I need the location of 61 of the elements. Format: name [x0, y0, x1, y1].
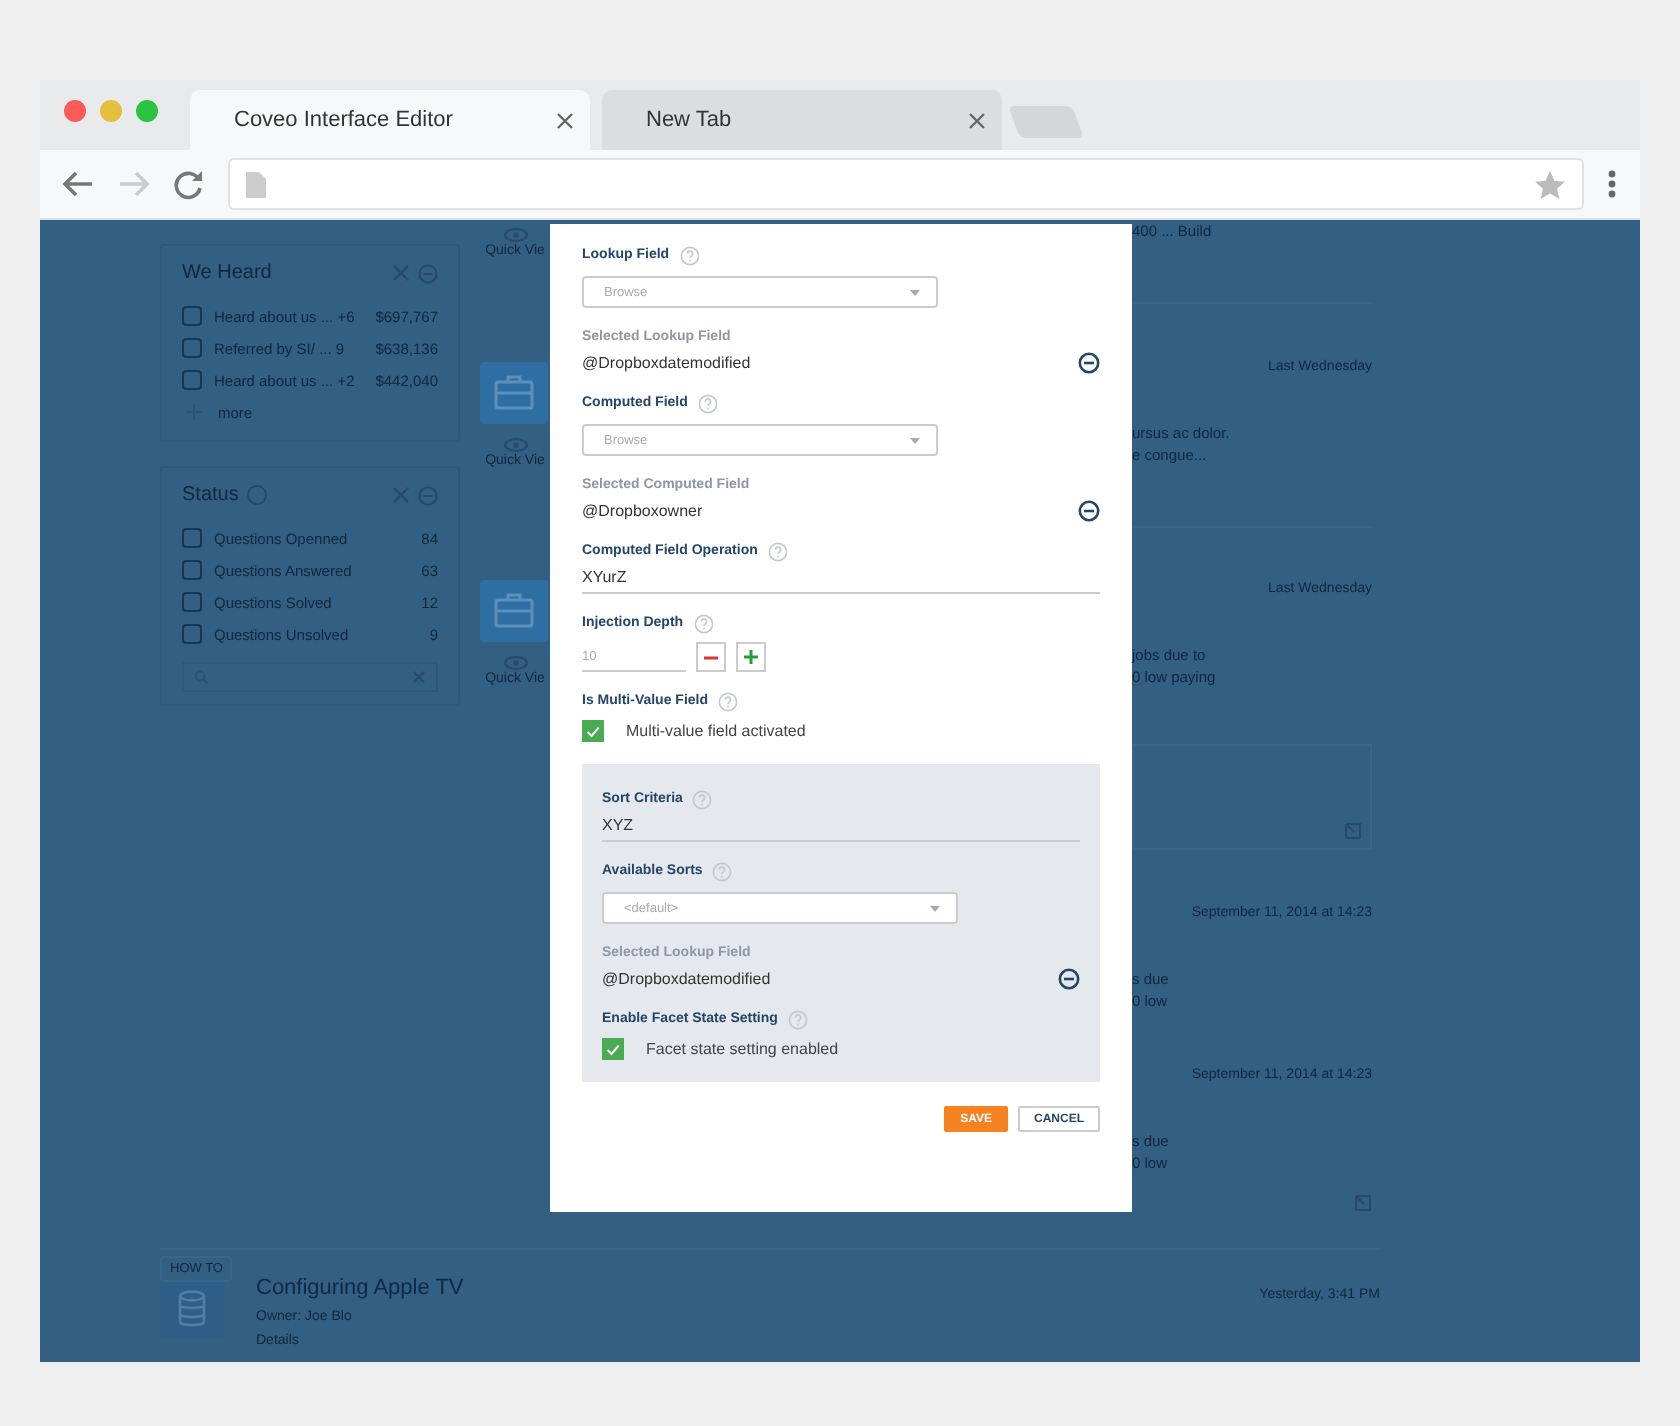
- checkbox[interactable]: [182, 306, 202, 326]
- help-icon[interactable]: [692, 789, 713, 809]
- result-title[interactable]: Configuring Apple TV: [256, 1276, 1260, 1300]
- checkbox[interactable]: [602, 1038, 624, 1060]
- forward-arrow-icon[interactable]: [118, 170, 150, 198]
- selected-field-value: @Dropboxowner: [582, 502, 703, 520]
- reload-icon[interactable]: [174, 169, 204, 199]
- browser-tab[interactable]: Coveo Interface Editor: [190, 90, 590, 150]
- collapse-icon[interactable]: [418, 485, 438, 505]
- selected-field-value: @Dropboxdatemodified: [602, 970, 771, 988]
- facet-title: Status: [182, 484, 239, 506]
- remove-icon[interactable]: [1078, 500, 1100, 522]
- text-field[interactable]: XYZ: [602, 816, 1080, 842]
- address-field[interactable]: [228, 158, 1584, 210]
- eye-icon[interactable]: [503, 228, 527, 242]
- facet-title: We Heard: [182, 262, 272, 284]
- close-icon[interactable]: [556, 111, 574, 129]
- checkbox[interactable]: [582, 720, 604, 742]
- eye-icon[interactable]: [503, 438, 527, 452]
- eye-icon[interactable]: [503, 656, 527, 670]
- maximize-window-icon[interactable]: [136, 100, 158, 122]
- remove-icon[interactable]: [1078, 352, 1100, 374]
- help-icon[interactable]: [697, 393, 718, 413]
- help-icon[interactable]: [693, 613, 714, 633]
- minimize-window-icon[interactable]: [100, 100, 122, 122]
- menu-icon[interactable]: [1608, 170, 1616, 198]
- text-field[interactable]: XYurZ: [582, 568, 1100, 594]
- help-icon[interactable]: [679, 245, 700, 265]
- clear-icon[interactable]: [412, 670, 426, 684]
- facet-search-field[interactable]: [182, 662, 438, 692]
- checkbox-label[interactable]: Multi-value field activated: [626, 722, 806, 740]
- checkbox-label[interactable]: Facet state setting enabled: [646, 1040, 839, 1058]
- checkbox[interactable]: [182, 528, 202, 548]
- database-tile-icon: [160, 1282, 224, 1338]
- caret-icon: [910, 289, 920, 295]
- minus-icon: [704, 655, 718, 659]
- checkbox[interactable]: [182, 592, 202, 612]
- decrement-button[interactable]: [696, 642, 726, 672]
- help-icon[interactable]: [712, 861, 733, 881]
- caret-icon: [930, 905, 940, 911]
- remove-icon[interactable]: [1058, 968, 1080, 990]
- caret-icon: [910, 437, 920, 443]
- browser-tab[interactable]: New Tab: [602, 90, 1002, 150]
- back-arrow-icon[interactable]: [62, 170, 94, 198]
- expand-icon[interactable]: [1344, 821, 1362, 840]
- expand-icon[interactable]: [1354, 1193, 1372, 1212]
- checkbox[interactable]: [182, 560, 202, 580]
- page-icon: [246, 171, 266, 197]
- checkbox[interactable]: [182, 370, 202, 390]
- close-window-icon[interactable]: [64, 100, 86, 122]
- help-icon[interactable]: [767, 541, 788, 561]
- plus-icon: [744, 650, 758, 664]
- selected-field-value: @Dropboxdatemodified: [582, 354, 751, 372]
- checkbox[interactable]: [182, 338, 202, 358]
- help-icon[interactable]: [787, 1009, 808, 1029]
- increment-button[interactable]: [736, 642, 766, 672]
- star-icon[interactable]: [1534, 169, 1566, 199]
- checkbox[interactable]: [182, 624, 202, 644]
- help-icon[interactable]: [718, 691, 739, 711]
- close-icon[interactable]: [968, 111, 986, 129]
- collapse-icon[interactable]: [418, 263, 438, 283]
